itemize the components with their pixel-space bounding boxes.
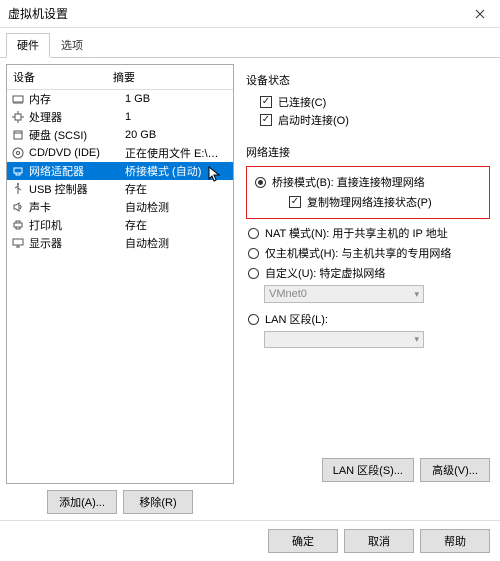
- device-summary: 20 GB: [125, 129, 229, 141]
- list-item-memory[interactable]: 内存1 GB: [7, 90, 233, 108]
- display-icon: [11, 236, 25, 250]
- add-button[interactable]: 添加(A)...: [47, 490, 117, 514]
- disk-icon: [11, 128, 25, 142]
- label-connected: 已连接(C): [278, 94, 326, 110]
- sound-icon: [11, 200, 25, 214]
- column-device: 设备: [7, 65, 107, 89]
- label-nat: NAT 模式(N): 用于共享主机的 IP 地址: [265, 225, 448, 241]
- device-summary: 正在使用文件 E:\迅雷下载\C...: [125, 145, 229, 161]
- tab-hardware[interactable]: 硬件: [6, 33, 50, 58]
- network-icon: [11, 164, 25, 178]
- device-status-title: 设备状态: [246, 72, 490, 88]
- close-icon: [475, 9, 485, 19]
- label-hostonly: 仅主机模式(H): 与主机共享的专用网络: [265, 245, 451, 261]
- titlebar: 虚拟机设置: [0, 0, 500, 28]
- device-summary: 自动检测: [125, 235, 229, 251]
- footer: 确定 取消 帮助: [0, 520, 500, 561]
- device-name: CD/DVD (IDE): [29, 147, 125, 159]
- list-item-usb[interactable]: USB 控制器存在: [7, 180, 233, 198]
- checkbox-replicate[interactable]: [289, 196, 301, 208]
- device-name: 内存: [29, 91, 125, 107]
- advanced-button[interactable]: 高级(V)...: [420, 458, 490, 482]
- label-connect-on-start: 启动时连接(O): [278, 112, 349, 128]
- device-summary: 1 GB: [125, 93, 229, 105]
- device-summary: 存在: [125, 217, 229, 233]
- chevron-down-icon: ▾: [414, 334, 419, 345]
- device-summary: 1: [125, 111, 229, 123]
- list-item-cd[interactable]: CD/DVD (IDE)正在使用文件 E:\迅雷下载\C...: [7, 144, 233, 162]
- radio-custom[interactable]: [248, 268, 259, 279]
- device-name: 处理器: [29, 109, 125, 125]
- label-bridge: 桥接模式(B): 直接连接物理网络: [272, 174, 425, 190]
- cd-icon: [11, 146, 25, 160]
- device-name: 打印机: [29, 217, 125, 233]
- list-item-network[interactable]: 网络适配器桥接模式 (自动): [7, 162, 233, 180]
- usb-icon: [11, 182, 25, 196]
- list-header: 设备 摘要: [7, 65, 233, 90]
- device-summary: 存在: [125, 181, 229, 197]
- device-name: 显示器: [29, 235, 125, 251]
- checkbox-connect-on-start[interactable]: [260, 114, 272, 126]
- ok-button[interactable]: 确定: [268, 529, 338, 553]
- remove-button[interactable]: 移除(R): [123, 490, 193, 514]
- list-item-display[interactable]: 显示器自动检测: [7, 234, 233, 252]
- custom-vnet-value: VMnet0: [269, 288, 307, 300]
- lan-segment-select: ▾: [264, 331, 424, 348]
- custom-vnet-select: VMnet0 ▾: [264, 285, 424, 303]
- hardware-list[interactable]: 设备 摘要 内存1 GB处理器1硬盘 (SCSI)20 GBCD/DVD (ID…: [6, 64, 234, 484]
- printer-icon: [11, 218, 25, 232]
- list-item-sound[interactable]: 声卡自动检测: [7, 198, 233, 216]
- help-button[interactable]: 帮助: [420, 529, 490, 553]
- radio-hostonly[interactable]: [248, 248, 259, 259]
- device-name: USB 控制器: [29, 181, 125, 197]
- window-title: 虚拟机设置: [8, 5, 68, 22]
- device-name: 网络适配器: [29, 163, 125, 179]
- device-summary: 自动检测: [125, 199, 229, 215]
- checkbox-connected[interactable]: [260, 96, 272, 108]
- chevron-down-icon: ▾: [414, 289, 419, 300]
- network-title: 网络连接: [246, 144, 490, 160]
- list-item-printer[interactable]: 打印机存在: [7, 216, 233, 234]
- column-summary: 摘要: [107, 65, 233, 89]
- tab-options[interactable]: 选项: [50, 33, 94, 58]
- list-item-cpu[interactable]: 处理器1: [7, 108, 233, 126]
- device-summary: 桥接模式 (自动): [125, 163, 229, 179]
- radio-nat[interactable]: [248, 228, 259, 239]
- radio-lan-segment[interactable]: [248, 314, 259, 325]
- cancel-button[interactable]: 取消: [344, 529, 414, 553]
- label-lan-segment: LAN 区段(L):: [265, 311, 328, 327]
- highlight-box: 桥接模式(B): 直接连接物理网络 复制物理网络连接状态(P): [246, 166, 490, 219]
- close-button[interactable]: [460, 0, 500, 28]
- label-replicate: 复制物理网络连接状态(P): [307, 194, 432, 210]
- list-item-disk[interactable]: 硬盘 (SCSI)20 GB: [7, 126, 233, 144]
- lan-segments-button[interactable]: LAN 区段(S)...: [322, 458, 414, 482]
- radio-bridge[interactable]: [255, 177, 266, 188]
- device-name: 声卡: [29, 199, 125, 215]
- cpu-icon: [11, 110, 25, 124]
- tabs: 硬件 选项: [0, 28, 500, 58]
- device-name: 硬盘 (SCSI): [29, 127, 125, 143]
- label-custom: 自定义(U): 特定虚拟网络: [265, 265, 385, 281]
- memory-icon: [11, 92, 25, 106]
